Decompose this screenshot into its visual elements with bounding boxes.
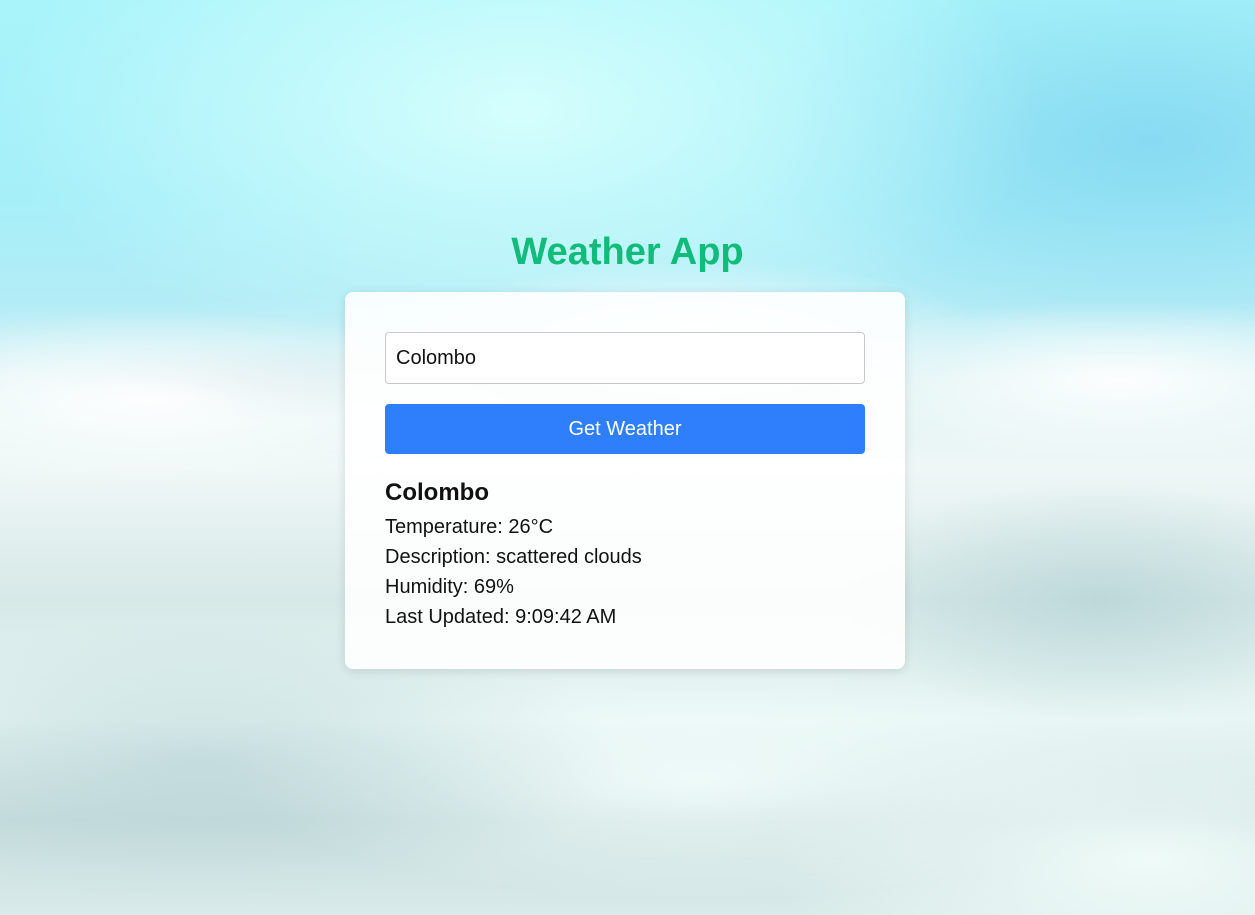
humidity-text: Humidity: 69% — [385, 576, 514, 598]
last-updated-text: Last Updated: 9:09:42 AM — [385, 606, 617, 628]
description-text: Description: scattered clouds — [385, 546, 642, 568]
weather-result: Colombo Temperature: 26°C Description: s… — [385, 478, 865, 632]
result-city-name: Colombo — [385, 479, 489, 506]
get-weather-button[interactable]: Get Weather — [385, 404, 865, 454]
weather-card: Get Weather Colombo Temperature: 26°C De… — [345, 292, 905, 669]
app-title: Weather App — [511, 231, 744, 273]
city-input[interactable] — [385, 332, 865, 384]
temperature-text: Temperature: 26°C — [385, 516, 554, 538]
